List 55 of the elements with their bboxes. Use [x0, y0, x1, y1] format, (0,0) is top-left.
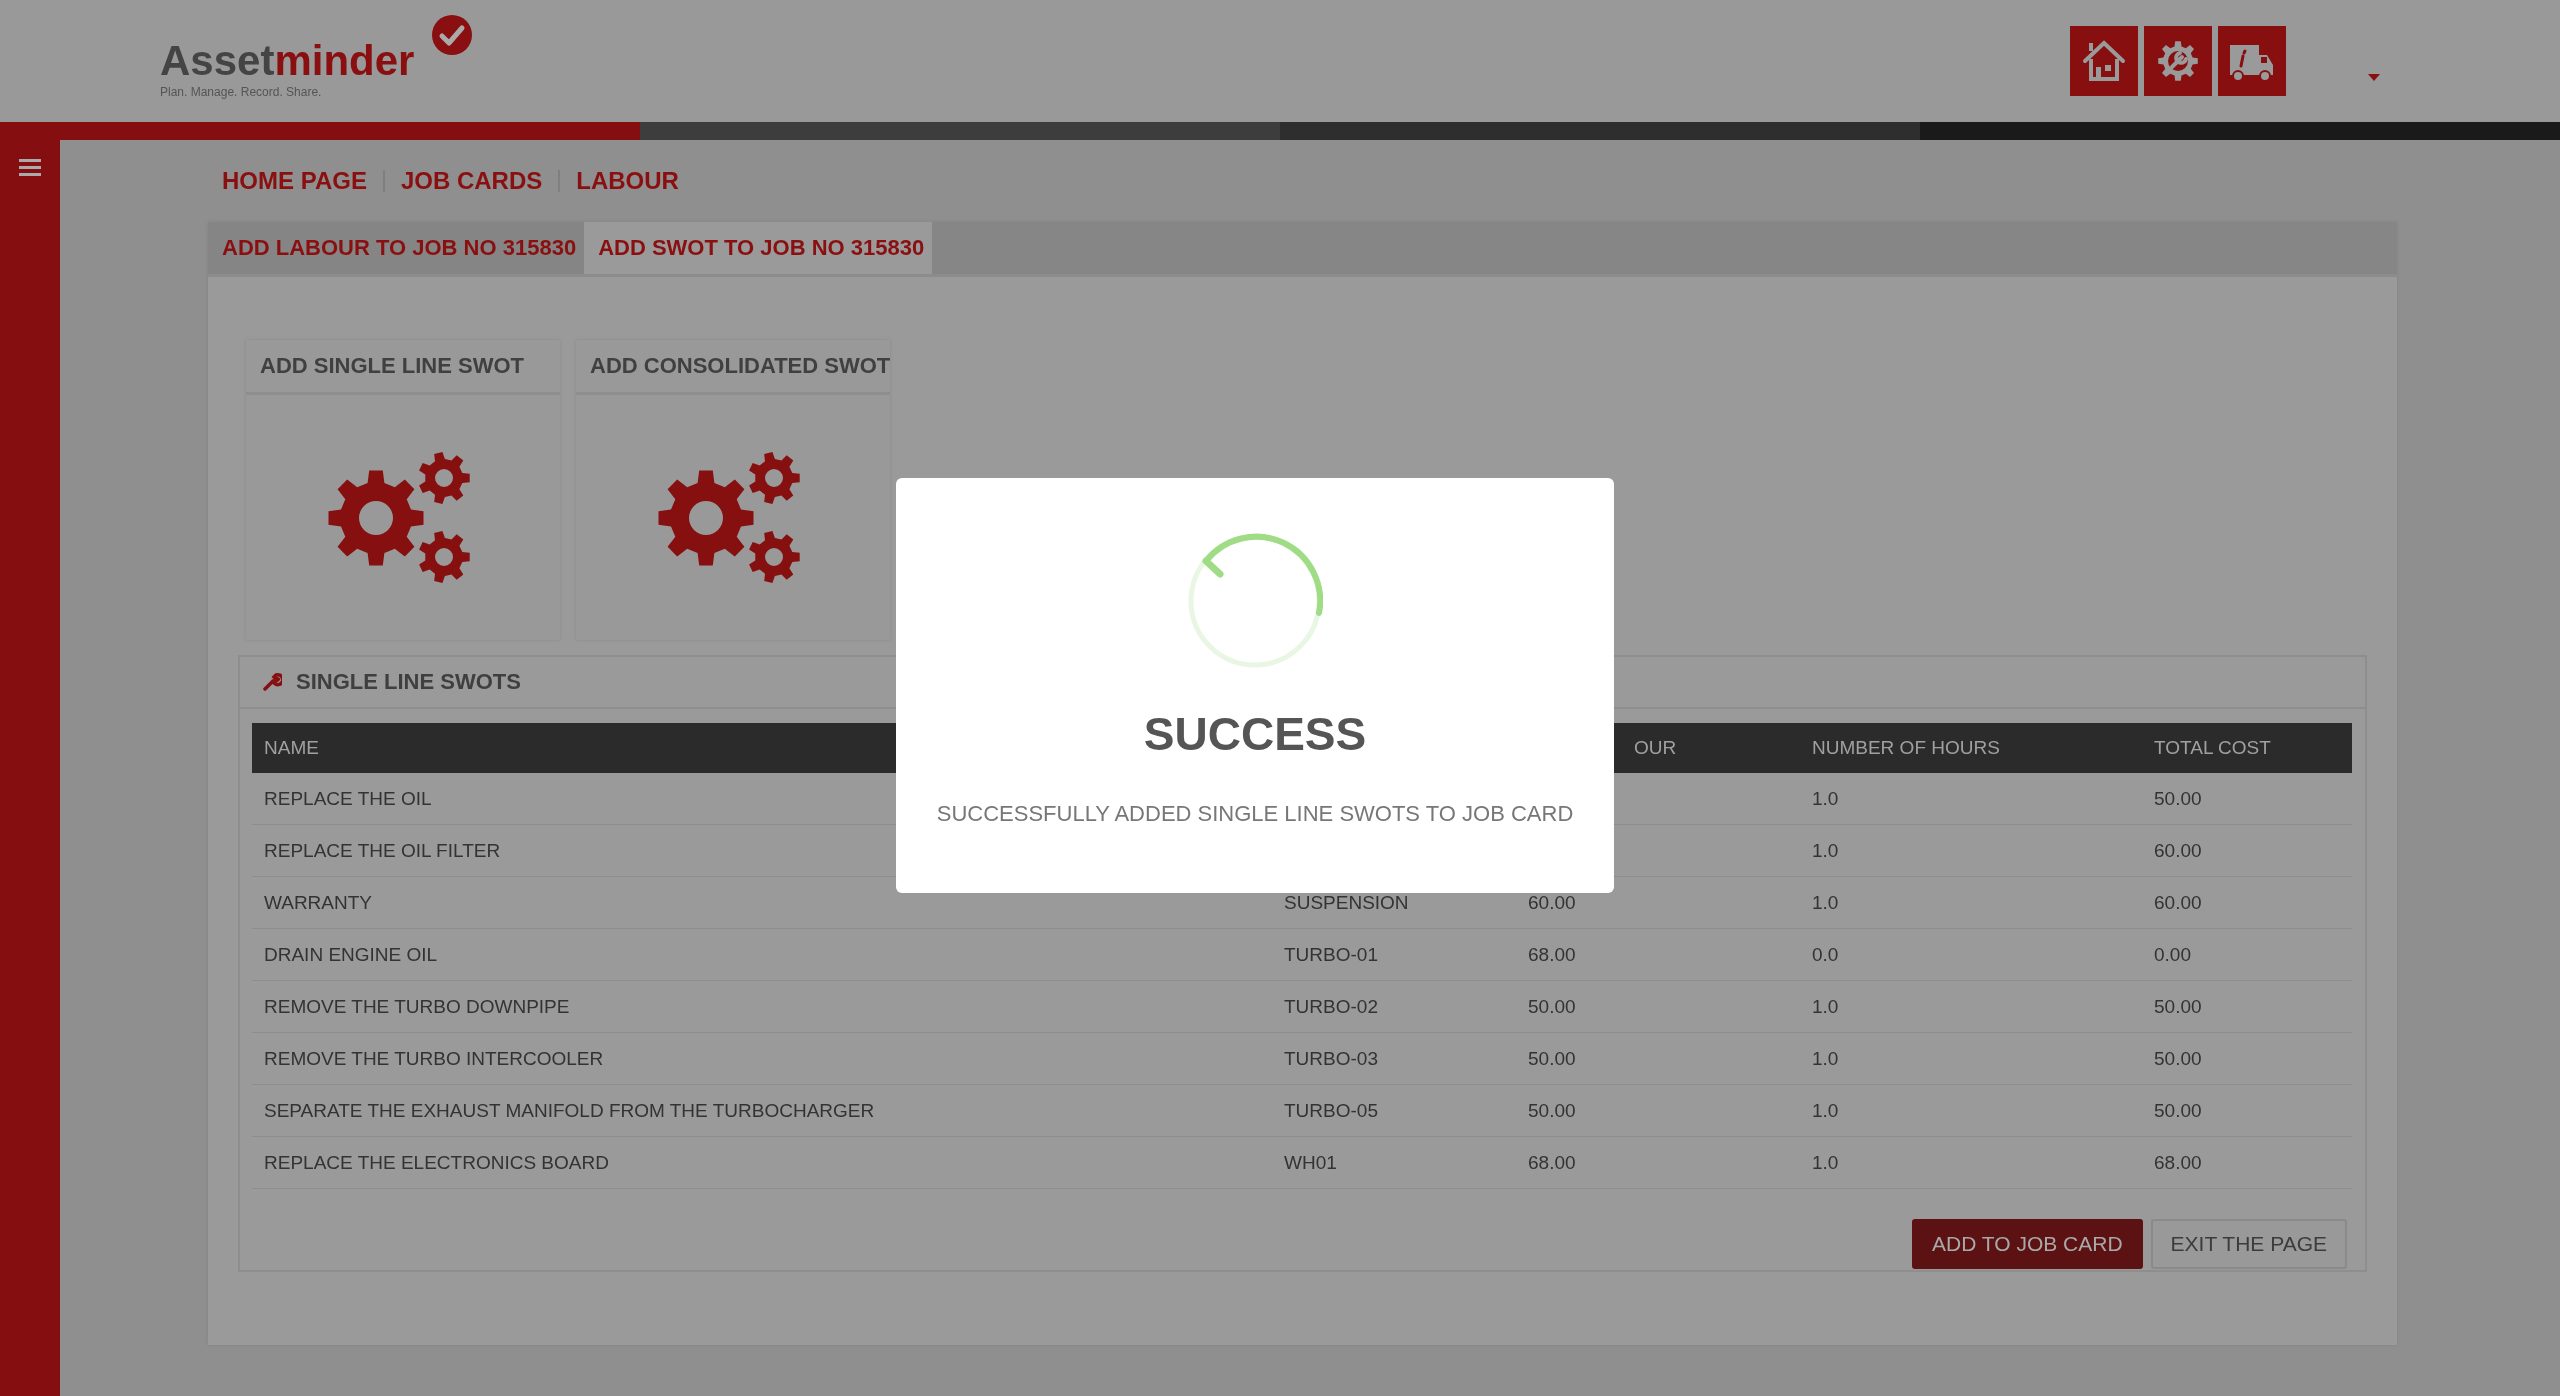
tab[interactable]: ADD SWOT TO JOB NO 315830: [584, 222, 933, 274]
vehicle-info-button[interactable]: [2218, 26, 2286, 96]
option-card[interactable]: ADD CONSOLIDATED SWOT: [576, 340, 890, 640]
section-title: SINGLE LINE SWOTS: [296, 669, 521, 695]
table-cell: 50.00: [1516, 980, 1800, 1033]
table-cell: 1.0: [1800, 876, 2142, 929]
table-cell: 50.00: [1516, 1084, 1800, 1137]
table-cell: TURBO-01: [1272, 928, 1516, 981]
breadcrumb-link[interactable]: LABOUR: [576, 167, 679, 195]
option-card[interactable]: ADD SINGLE LINE SWOT: [246, 340, 560, 640]
table-cell: DRAIN ENGINE OIL: [252, 928, 1272, 981]
table-cell: 60.00: [2142, 876, 2352, 929]
table-cell: 1.0: [1800, 824, 2142, 877]
caret-icon[interactable]: [2368, 74, 2380, 82]
table-cell: 1.0: [1800, 773, 2142, 825]
table-cell: 1.0: [1800, 1084, 2142, 1137]
table-cell: 0.0: [1800, 928, 2142, 981]
table-cell: WH01: [1272, 1136, 1516, 1189]
table-cell: TURBO-05: [1272, 1084, 1516, 1137]
table-cell: TURBO-02: [1272, 980, 1516, 1033]
table-cell: 1.0: [1800, 980, 2142, 1033]
table-cell: REPLACE THE ELECTRONICS BOARD: [252, 1136, 1272, 1189]
breadcrumb-link[interactable]: JOB CARDS: [400, 167, 543, 195]
logo-tagline: Plan. Manage. Record. Share.: [160, 85, 323, 99]
exit-button[interactable]: EXIT THE PAGE: [2150, 1219, 2347, 1269]
table-cell: 50.00: [2142, 773, 2352, 825]
home-button[interactable]: [2070, 26, 2138, 96]
table-cell: 68.00: [1516, 1136, 1800, 1189]
table-cell: 0.00: [2142, 928, 2352, 981]
table-cell: REMOVE THE TURBO INTERCOOLER: [252, 1032, 1272, 1085]
table-cell: 1.0: [1800, 1136, 2142, 1189]
table-cell: REMOVE THE TURBO DOWNPIPE: [252, 980, 1272, 1033]
column-header: TOTAL COST: [2142, 723, 2352, 773]
table-cell: 60.00: [2142, 824, 2352, 877]
menu-icon: [19, 158, 41, 176]
add-button[interactable]: ADD TO JOB CARD: [1912, 1219, 2143, 1269]
card-title: ADD SINGLE LINE SWOT: [246, 340, 560, 395]
table-cell: TURBO-03: [1272, 1032, 1516, 1085]
table-cell: 68.00: [2142, 1136, 2352, 1189]
menu-button[interactable]: [19, 158, 41, 176]
table-cell: 50.00: [2142, 980, 2352, 1033]
table-cell: 50.00: [2142, 1032, 2352, 1085]
table-cell: SEPARATE THE EXHAUST MANIFOLD FROM THE TURBOCHARGER: [252, 1084, 1272, 1137]
table-cell: 1.0: [1800, 1032, 2142, 1085]
check-circle-icon: [432, 15, 472, 55]
card-title: ADD CONSOLIDATED SWOT: [576, 340, 890, 395]
table-cell: 68.00: [1516, 928, 1800, 981]
settings-button[interactable]: [2144, 26, 2212, 96]
wrench-icon: [262, 672, 282, 692]
table-cell: 50.00: [2142, 1084, 2352, 1137]
column-header: NUMBER OF HOURS: [1800, 723, 2142, 773]
logo-wordmark: Assetminder: [160, 37, 415, 85]
breadcrumb-link[interactable]: HOME PAGE: [222, 167, 367, 195]
table-cell: 50.00: [1516, 1032, 1800, 1085]
progress-ring-icon: [1187, 533, 1323, 669]
